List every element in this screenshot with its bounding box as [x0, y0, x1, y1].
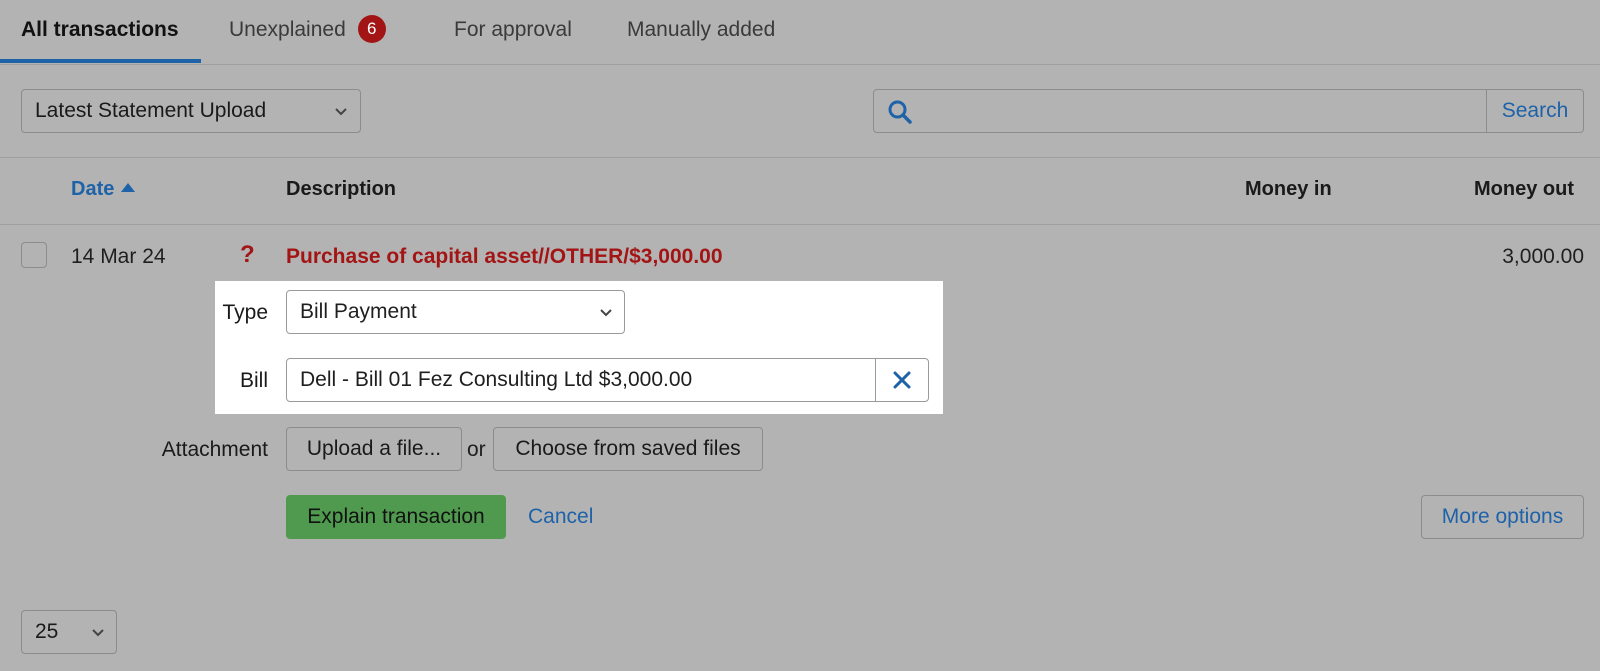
chevron-down-icon: [92, 629, 104, 637]
choose-saved-files-button[interactable]: Choose from saved files: [493, 427, 763, 471]
chevron-down-icon: [335, 108, 347, 116]
type-select-value: Bill Payment: [300, 300, 417, 323]
description-column-header: Description: [286, 178, 397, 200]
money-in-column-header: Money in: [1245, 178, 1332, 200]
chevron-down-icon: [600, 309, 612, 317]
tab-all-transactions[interactable]: All transactions: [0, 0, 201, 63]
header-divider: [0, 224, 1600, 225]
transaction-description[interactable]: Purchase of capital asset//OTHER/$3,000.…: [286, 245, 723, 269]
tab-unexplained[interactable]: Unexplained 6: [229, 0, 386, 62]
date-header-label: Date: [71, 178, 115, 200]
explain-transaction-button[interactable]: Explain transaction: [286, 495, 506, 539]
tab-bar: All transactions Unexplained 6 For approv…: [0, 0, 1600, 65]
unexplained-status-icon: ?: [240, 241, 255, 268]
per-page-value: 25: [35, 620, 59, 643]
tab-manually-added[interactable]: Manually added: [627, 0, 775, 62]
transaction-money-out: 3,000.00: [1502, 245, 1584, 268]
sort-ascending-icon: [120, 183, 135, 192]
money-out-column-header: Money out: [1474, 178, 1574, 200]
statement-filter-select[interactable]: Latest Statement Upload: [21, 89, 361, 133]
search-button[interactable]: Search: [1486, 90, 1583, 132]
type-select[interactable]: Bill Payment: [286, 290, 625, 334]
unexplained-count-badge: 6: [357, 15, 386, 43]
close-icon: [893, 371, 911, 389]
date-column-header[interactable]: Date: [71, 178, 136, 201]
bill-field[interactable]: Dell - Bill 01 Fez Consulting Ltd $3,000…: [286, 358, 929, 402]
bill-field-value: Dell - Bill 01 Fez Consulting Ltd $3,000…: [300, 368, 693, 391]
search-icon: [888, 100, 912, 124]
transaction-date: 14 Mar 24: [71, 245, 166, 268]
bill-label: Bill: [239, 369, 268, 392]
statement-filter-value: Latest Statement Upload: [35, 99, 267, 122]
toolbar-divider: [0, 157, 1600, 158]
attachment-label: Attachment: [161, 438, 268, 461]
tab-for-approval[interactable]: For approval: [454, 0, 572, 62]
search-box: Search: [873, 89, 1584, 133]
per-page-select[interactable]: 25: [21, 610, 117, 654]
cancel-link[interactable]: Cancel: [528, 505, 593, 529]
or-text: or: [467, 438, 486, 461]
more-options-button[interactable]: More options: [1421, 495, 1584, 539]
search-input[interactable]: [924, 94, 1478, 128]
upload-file-button[interactable]: Upload a file...: [286, 427, 462, 471]
row-checkbox[interactable]: [21, 242, 47, 268]
tab-unexplained-label: Unexplained: [229, 18, 346, 41]
type-label: Type: [222, 301, 268, 324]
clear-bill-button[interactable]: [875, 359, 928, 401]
